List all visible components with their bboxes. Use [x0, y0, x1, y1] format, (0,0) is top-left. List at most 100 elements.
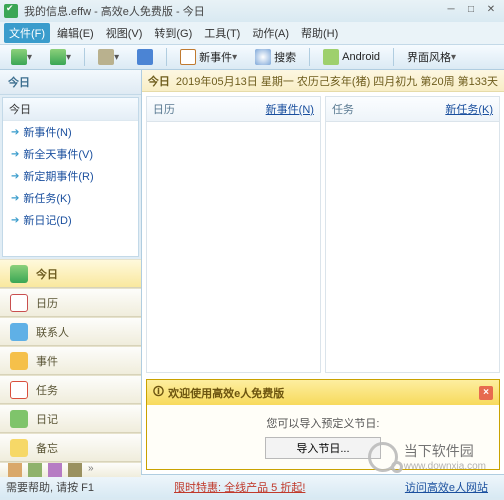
footer-icon-3[interactable] — [48, 463, 62, 477]
sidebar-header: 今日 — [0, 70, 141, 95]
android-label: Android — [342, 51, 380, 63]
maximize-button[interactable]: □ — [462, 4, 480, 18]
skin-button[interactable]: 界面风格▾ — [400, 46, 463, 68]
arrow-icon: ➔ — [11, 149, 19, 160]
calendar-column: 日历 新事件(N) — [146, 96, 321, 373]
android-button[interactable]: Android — [316, 46, 387, 68]
task-head: 任务 — [326, 97, 413, 121]
arrow-icon: ➔ — [11, 215, 19, 226]
close-button[interactable]: ✕ — [482, 4, 500, 18]
status-help: 需要帮助, 请按 F1 — [6, 479, 94, 495]
nav-tasks[interactable]: 任务 — [0, 375, 141, 404]
app-logo-icon — [4, 4, 18, 18]
welcome-body: 您可以导入预定义节日: 导入节日... — [147, 405, 499, 469]
menu-goto[interactable]: 转到(G) — [149, 23, 197, 43]
nav-contacts[interactable]: 联系人 — [0, 317, 141, 346]
new-task-link[interactable]: 新任务(K) — [412, 97, 499, 121]
minimize-button[interactable]: ─ — [442, 4, 460, 18]
separator — [393, 48, 394, 66]
skin-label: 界面风格 — [407, 49, 451, 65]
nav-calendar[interactable]: 日历 — [0, 288, 141, 317]
save-icon — [137, 49, 153, 65]
welcome-title: 欢迎使用高效e人免费版 — [168, 385, 284, 401]
calendar-head: 日历 — [147, 97, 234, 121]
sidebar: 今日 今日 ➔新事件(N) ➔新全天事件(V) ➔新定期事件(R) ➔新任务(K… — [0, 70, 142, 474]
nav-back-button[interactable]: ▾ — [4, 46, 39, 68]
separator — [166, 48, 167, 66]
arrow-icon: ➔ — [11, 193, 19, 204]
window-controls: ─ □ ✕ — [442, 4, 500, 18]
print-button[interactable]: ▾ — [91, 46, 126, 68]
arrow-icon: ➔ — [11, 127, 19, 138]
contacts-icon — [10, 323, 28, 341]
task-column: 任务 新任务(K) — [325, 96, 500, 373]
search-icon — [255, 49, 271, 65]
nav-list: 今日 日历 联系人 事件 任务 日记 备忘 — [0, 259, 141, 462]
sidebar-panel-title: 今日 — [3, 98, 138, 121]
welcome-header: 🛈 欢迎使用高效e人免费版 × — [147, 380, 499, 405]
events-icon — [10, 352, 28, 370]
android-icon — [323, 49, 339, 65]
arrow-icon: ➔ — [11, 171, 19, 182]
arrow-right-icon — [50, 49, 66, 65]
titlebar: 我的信息.effw - 高效e人免费版 - 今日 ─ □ ✕ — [0, 0, 504, 22]
menu-edit[interactable]: 编辑(E) — [52, 23, 99, 43]
nav-fwd-button[interactable]: ▾ — [43, 46, 78, 68]
save-button[interactable] — [130, 46, 160, 68]
quick-new-diary[interactable]: ➔新日记(D) — [3, 209, 138, 231]
home-icon — [10, 265, 28, 283]
main-area: 今日 2019年05月13日 星期一 农历己亥年(猪) 四月初九 第20周 第1… — [142, 70, 504, 474]
window-title: 我的信息.effw - 高效e人免费版 - 今日 — [24, 3, 205, 19]
statusbar: 需要帮助, 请按 F1 限时特惠: 全线产品 5 折起! 访问高效e人网站 — [0, 474, 504, 498]
nav-events[interactable]: 事件 — [0, 346, 141, 375]
sidebar-footer-icons: » — [0, 462, 141, 477]
footer-icon-4[interactable] — [68, 463, 82, 477]
columns: 日历 新事件(N) 任务 新任务(K) — [142, 92, 504, 375]
footer-icon-1[interactable] — [8, 463, 22, 477]
footer-icon-2[interactable] — [28, 463, 42, 477]
quick-new-recurring[interactable]: ➔新定期事件(R) — [3, 165, 138, 187]
new-event-link[interactable]: 新事件(N) — [233, 97, 320, 121]
calendar-body — [147, 122, 320, 372]
search-label: 搜索 — [274, 49, 296, 65]
quick-new-event[interactable]: ➔新事件(N) — [3, 121, 138, 143]
welcome-panel: 🛈 欢迎使用高效e人免费版 × 您可以导入预定义节日: 导入节日... — [146, 379, 500, 470]
nav-notes[interactable]: 备忘 — [0, 433, 141, 462]
task-body — [326, 122, 499, 372]
menubar: 文件(F) 编辑(E) 视图(V) 转到(G) 工具(T) 动作(A) 帮助(H… — [0, 22, 504, 44]
task-col-header: 任务 新任务(K) — [326, 97, 499, 122]
diary-icon — [10, 410, 28, 428]
printer-icon — [98, 49, 114, 65]
menu-action[interactable]: 动作(A) — [247, 23, 294, 43]
quick-new-task[interactable]: ➔新任务(K) — [3, 187, 138, 209]
info-icon: 🛈 — [153, 383, 164, 402]
menu-help[interactable]: 帮助(H) — [296, 23, 343, 43]
menu-tools[interactable]: 工具(T) — [199, 23, 245, 43]
new-event-button[interactable]: 新事件▾ — [173, 46, 244, 68]
calendar-col-header: 日历 新事件(N) — [147, 97, 320, 122]
menu-file[interactable]: 文件(F) — [4, 23, 50, 43]
notes-icon — [10, 439, 28, 457]
calendar-nav-icon — [10, 294, 28, 312]
calendar-icon — [180, 49, 196, 65]
new-event-label: 新事件 — [199, 49, 232, 65]
menu-view[interactable]: 视图(V) — [101, 23, 148, 43]
content: 今日 今日 ➔新事件(N) ➔新全天事件(V) ➔新定期事件(R) ➔新任务(K… — [0, 70, 504, 474]
separator — [84, 48, 85, 66]
date-header: 今日 2019年05月13日 星期一 农历己亥年(猪) 四月初九 第20周 第1… — [142, 70, 504, 92]
quick-new-allday[interactable]: ➔新全天事件(V) — [3, 143, 138, 165]
arrow-left-icon — [11, 49, 27, 65]
date-line: 2019年05月13日 星期一 农历己亥年(猪) 四月初九 第20周 第133天 — [176, 73, 498, 89]
footer-more[interactable]: » — [88, 463, 102, 477]
welcome-text: 您可以导入预定义节日: — [157, 415, 489, 431]
nav-diary[interactable]: 日记 — [0, 404, 141, 433]
promo-link[interactable]: 限时特惠: 全线产品 5 折起! — [174, 479, 305, 495]
import-holidays-button[interactable]: 导入节日... — [265, 437, 380, 459]
search-button[interactable]: 搜索 — [248, 46, 303, 68]
sidebar-quick-panel: 今日 ➔新事件(N) ➔新全天事件(V) ➔新定期事件(R) ➔新任务(K) ➔… — [2, 97, 139, 257]
separator — [309, 48, 310, 66]
tasks-icon — [10, 381, 28, 399]
site-link[interactable]: 访问高效e人网站 — [405, 479, 488, 495]
nav-today[interactable]: 今日 — [0, 259, 141, 288]
welcome-close-icon[interactable]: × — [479, 386, 493, 400]
